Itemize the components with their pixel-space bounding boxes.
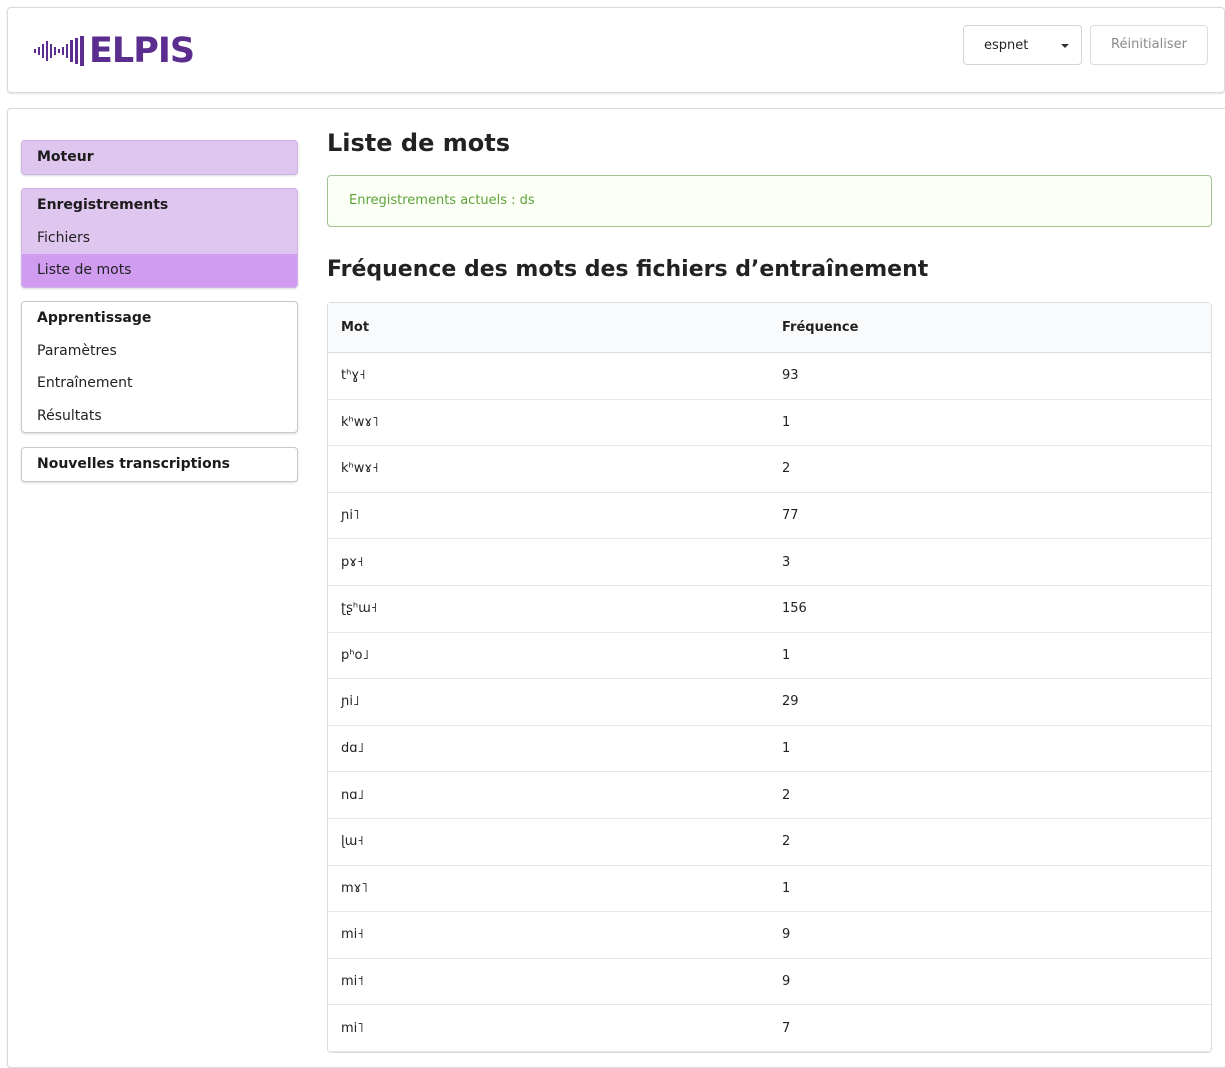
- frequency-cell: 7: [769, 1005, 1211, 1052]
- table-header-row: Mot Fréquence: [328, 303, 1211, 353]
- table-row: ɭɯ˧ 2: [328, 819, 1211, 866]
- word-cell: mi˥: [328, 1005, 769, 1052]
- menu-recordings: Enregistrements Fichiers Liste de mots: [21, 188, 298, 288]
- sidebar-item-files[interactable]: Fichiers: [22, 222, 297, 255]
- word-cell: ʈʂʰɯ˧: [328, 586, 769, 633]
- frequency-cell: 1: [769, 866, 1211, 913]
- word-cell: pʰo˩: [328, 633, 769, 680]
- top-header: ELPIS espnet Réinitialiser: [7, 7, 1225, 93]
- frequency-cell: 2: [769, 772, 1211, 819]
- table-row: mɤ˥ 1: [328, 866, 1211, 913]
- table-row: mi˦ 9: [328, 959, 1211, 1006]
- menu-training: Apprentissage Paramètres Entraînement Ré…: [21, 301, 298, 433]
- frequency-cell: 2: [769, 819, 1211, 866]
- current-recordings-message: Enregistrements actuels : ds: [327, 175, 1212, 227]
- word-cell: pɤ˧: [328, 539, 769, 586]
- word-cell: ɲi˩: [328, 679, 769, 726]
- frequency-cell: 2: [769, 446, 1211, 493]
- column-header-frequency[interactable]: Fréquence: [769, 303, 1211, 353]
- engine-select-value: espnet: [984, 38, 1029, 53]
- sidebar-item-results[interactable]: Résultats: [22, 400, 297, 433]
- word-cell: nɑ˩: [328, 772, 769, 819]
- menu-engine: Moteur: [21, 140, 298, 175]
- word-cell: ɲi˥: [328, 493, 769, 540]
- word-cell: dɑ˩: [328, 726, 769, 773]
- frequency-cell: 156: [769, 586, 1211, 633]
- table-row: kʰwɤ˥ 1: [328, 400, 1211, 447]
- frequency-cell: 77: [769, 493, 1211, 540]
- word-frequency-table: Mot Fréquence tʰɣ˧ 93 kʰwɤ˥ 1 kʰwɤ˧ 2 ɲi˥ 77 pɤ˧…: [327, 302, 1212, 1053]
- column-header-word[interactable]: Mot: [328, 303, 769, 353]
- table-row: mi˥ 7: [328, 1005, 1211, 1052]
- section-title: Fréquence des mots des fichiers d’entraî…: [327, 257, 929, 282]
- word-cell: kʰwɤ˧: [328, 446, 769, 493]
- frequency-cell: 9: [769, 912, 1211, 959]
- word-cell: mi˦: [328, 959, 769, 1006]
- table-row: mi˧ 9: [328, 912, 1211, 959]
- sidebar-item-settings[interactable]: Paramètres: [22, 335, 297, 368]
- sidebar-item-training[interactable]: Apprentissage: [22, 302, 297, 335]
- logo-text: ELPIS: [89, 31, 195, 71]
- word-cell: tʰɣ˧: [328, 353, 769, 400]
- caret-down-icon: [1061, 44, 1069, 48]
- sidebar-item-recordings[interactable]: Enregistrements: [22, 189, 297, 222]
- sidebar-item-word-list[interactable]: Liste de mots: [22, 254, 297, 287]
- sidebar-item-engine[interactable]: Moteur: [22, 141, 297, 174]
- table-row: tʰɣ˧ 93: [328, 353, 1211, 400]
- word-cell: mɤ˥: [328, 866, 769, 913]
- waveform-icon: [34, 36, 84, 66]
- table-row: nɑ˩ 2: [328, 772, 1211, 819]
- frequency-cell: 29: [769, 679, 1211, 726]
- sidebar-item-training-run[interactable]: Entraînement: [22, 367, 297, 400]
- table-row: pɤ˧ 3: [328, 539, 1211, 586]
- reset-button[interactable]: Réinitialiser: [1090, 25, 1208, 65]
- menu-new-transcriptions: Nouvelles transcriptions: [21, 447, 298, 482]
- table-row: pʰo˩ 1: [328, 633, 1211, 680]
- page-title: Liste de mots: [327, 129, 510, 157]
- frequency-cell: 1: [769, 726, 1211, 773]
- frequency-cell: 93: [769, 353, 1211, 400]
- elpis-logo[interactable]: ELPIS: [34, 31, 195, 71]
- frequency-cell: 3: [769, 539, 1211, 586]
- frequency-cell: 1: [769, 400, 1211, 447]
- engine-select[interactable]: espnet: [963, 25, 1082, 65]
- sidebar-item-new-transcriptions[interactable]: Nouvelles transcriptions: [22, 448, 297, 481]
- table-row: ɲi˩ 29: [328, 679, 1211, 726]
- table-row: kʰwɤ˧ 2: [328, 446, 1211, 493]
- word-cell: kʰwɤ˥: [328, 400, 769, 447]
- table-row: dɑ˩ 1: [328, 726, 1211, 773]
- table-row: ʈʂʰɯ˧ 156: [328, 586, 1211, 633]
- frequency-cell: 1: [769, 633, 1211, 680]
- word-cell: ɭɯ˧: [328, 819, 769, 866]
- frequency-cell: 9: [769, 959, 1211, 1006]
- word-cell: mi˧: [328, 912, 769, 959]
- table-row: ɲi˥ 77: [328, 493, 1211, 540]
